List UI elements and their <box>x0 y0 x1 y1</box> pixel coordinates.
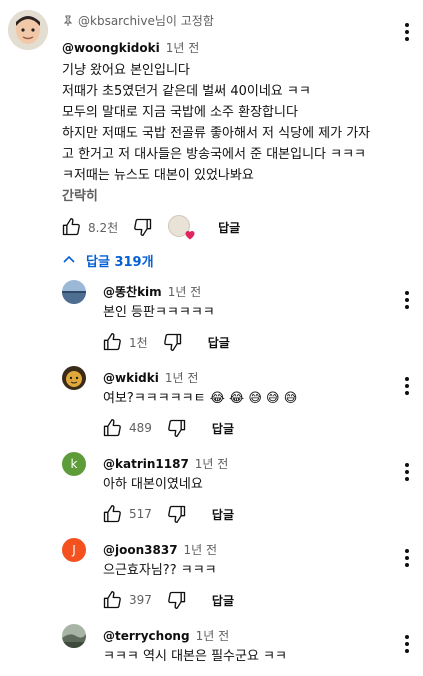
comment-header: @wkidki 1년 전 <box>103 369 198 386</box>
more-actions-icon[interactable] <box>395 20 419 44</box>
pin-icon <box>63 15 73 26</box>
replies-count-label: 답글 319개 <box>86 254 154 270</box>
timestamp[interactable]: 1년 전 <box>165 371 199 385</box>
like-icon[interactable] <box>60 216 82 238</box>
avatar[interactable] <box>62 624 86 648</box>
dislike-icon[interactable] <box>162 331 184 353</box>
comment-text: 여보?ㅋㅋㅋㅋㅋㅌ 😂 😂 😅 😅 😅 <box>103 391 298 406</box>
comment-actions: 397 답글 <box>101 588 234 612</box>
like-count: 1천 <box>129 335 148 350</box>
more-actions-icon[interactable] <box>395 288 419 312</box>
avatar[interactable] <box>62 366 86 390</box>
chevron-up-icon <box>63 255 75 263</box>
like-count: 8.2천 <box>88 220 119 235</box>
author-name[interactable]: @woongkidoki <box>62 41 160 55</box>
dislike-icon[interactable] <box>132 216 154 238</box>
timestamp[interactable]: 1년 전 <box>196 629 230 643</box>
reply-comment: @terrychong 1년 전 ㅋㅋㅋ 역시 대본은 필수군요 ㅋㅋ <box>0 616 423 676</box>
read-less-button[interactable]: 간략히 <box>62 185 98 204</box>
comment-text: 으근효자님?? ㅋㅋㅋ <box>103 563 217 578</box>
comment-header: @joon3837 1년 전 <box>103 541 217 558</box>
comment-actions: 489 답글 <box>101 416 234 440</box>
like-count: 517 <box>129 507 152 521</box>
reply-button[interactable]: 답글 <box>208 334 230 351</box>
timestamp[interactable]: 1년 전 <box>184 543 218 557</box>
timestamp[interactable]: 1년 전 <box>168 285 202 299</box>
reply-comment: @wkidki 1년 전 여보?ㅋㅋㅋㅋㅋㅌ 😂 😂 😅 😅 😅 489 답글 <box>0 358 423 443</box>
more-actions-icon[interactable] <box>395 374 419 398</box>
more-actions-icon[interactable] <box>395 460 419 484</box>
timestamp[interactable]: 1년 전 <box>166 41 200 55</box>
comment-line: 기냥 왔어요 본인입니다 <box>62 63 190 78</box>
comment-text: 아하 대본이였네요 <box>103 477 203 492</box>
author-name[interactable]: @똥찬kim <box>103 285 162 299</box>
avatar[interactable] <box>8 10 48 50</box>
more-actions-icon[interactable] <box>395 546 419 570</box>
comment-header: @terrychong 1년 전 <box>103 627 229 644</box>
pinned-comment: @kbsarchive님이 고정함 @woongkidoki 1년 전 기냥 왔어… <box>0 0 423 240</box>
avatar-letter: J <box>72 543 76 557</box>
dislike-icon[interactable] <box>166 503 188 525</box>
comment-text: 기냥 왔어요 본인입니다 저때가 초5였던거 같은데 벌써 40이네요 ㅋㅋ 모… <box>62 60 370 186</box>
avatar[interactable] <box>62 280 86 304</box>
comment-line: 고 한거고 저 대사들은 방송국에서 준 대본입니다 ㅋㅋㅋ <box>62 147 367 162</box>
creator-heart-icon <box>168 215 195 240</box>
reply-button[interactable]: 답글 <box>212 506 234 523</box>
author-name[interactable]: @wkidki <box>103 371 159 385</box>
author-name[interactable]: @terrychong <box>103 629 190 643</box>
like-icon[interactable] <box>101 331 123 353</box>
like-icon[interactable] <box>101 503 123 525</box>
comment-header: @katrin1187 1년 전 <box>103 455 228 472</box>
like-icon[interactable] <box>101 417 123 439</box>
avatar-letter: k <box>70 457 78 471</box>
reply-button[interactable]: 답글 <box>212 420 234 437</box>
author-name[interactable]: @katrin1187 <box>103 457 189 471</box>
like-count: 397 <box>129 593 152 607</box>
timestamp[interactable]: 1년 전 <box>195 457 229 471</box>
comment-line: 저때가 초5였던거 같은데 벌써 40이네요 ㅋㅋ <box>62 84 311 99</box>
replies-toggle-button[interactable]: 답글 319개 <box>62 248 154 272</box>
dislike-icon[interactable] <box>166 417 188 439</box>
reply-button[interactable]: 답글 <box>212 592 234 609</box>
comment-header: @똥찬kim 1년 전 <box>103 283 201 300</box>
comment-line: 모두의 말대로 지금 국밥에 소주 환장합니다 <box>62 105 298 120</box>
pinned-text: @kbsarchive님이 고정함 <box>78 14 214 28</box>
reply-comment: k @katrin1187 1년 전 아하 대본이였네요 517 답글 <box>0 444 423 529</box>
like-icon[interactable] <box>101 589 123 611</box>
comment-text: 본인 등판ㅋㅋㅋㅋㅋ <box>103 305 215 320</box>
comment-actions: 517 답글 <box>101 502 234 526</box>
like-count: 489 <box>129 421 152 435</box>
comment-actions: 8.2천 답글 <box>60 215 240 240</box>
comment-header: @woongkidoki 1년 전 <box>62 39 199 56</box>
comment-text: ㅋㅋㅋ 역시 대본은 필수군요 ㅋㅋ <box>103 649 287 664</box>
more-actions-icon[interactable] <box>395 632 419 656</box>
dislike-icon[interactable] <box>166 589 188 611</box>
comment-line: ㅋ저때는 뉴스도 대본이 있었나봐요 <box>62 168 254 183</box>
pinned-label: @kbsarchive님이 고정함 <box>62 12 214 29</box>
reply-comment: @똥찬kim 1년 전 본인 등판ㅋㅋㅋㅋㅋ 1천 답글 <box>0 272 423 357</box>
reply-comment: J @joon3837 1년 전 으근효자님?? ㅋㅋㅋ 397 답글 <box>0 530 423 615</box>
comment-actions: 1천 답글 <box>101 330 230 354</box>
comment-line: 하지만 저때도 국밥 전골류 좋아해서 저 식당에 제가 가자 <box>62 126 371 141</box>
avatar[interactable]: k <box>62 452 86 476</box>
reply-button[interactable]: 답글 <box>218 219 240 236</box>
avatar[interactable]: J <box>62 538 86 562</box>
author-name[interactable]: @joon3837 <box>103 543 178 557</box>
